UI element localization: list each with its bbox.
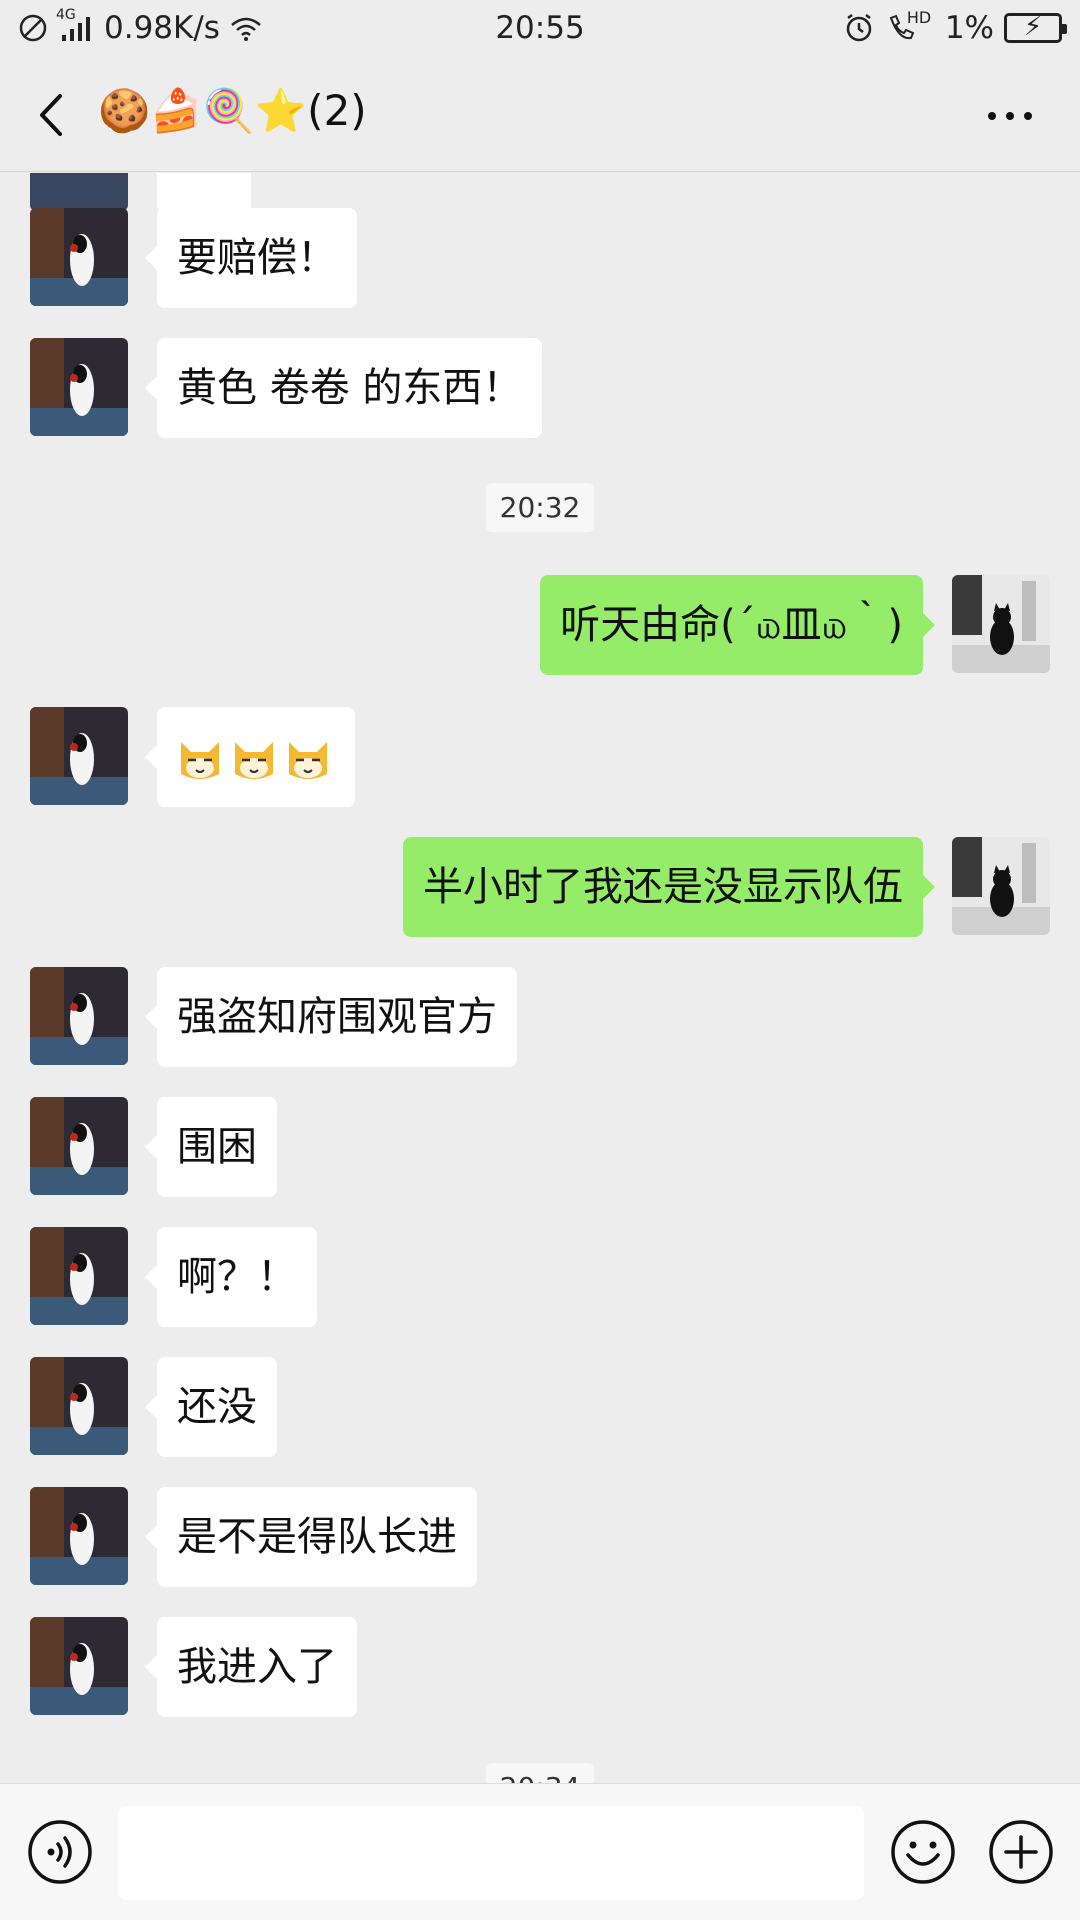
penguin-avatar-icon [30, 1487, 128, 1585]
chat-title: 🍪🍰🍭⭐(2) [98, 86, 367, 135]
penguin-avatar-icon [30, 208, 128, 306]
my-avatar[interactable] [952, 837, 1050, 935]
avatar[interactable] [30, 338, 128, 436]
chat-header: 🍪🍰🍭⭐(2) [0, 58, 1080, 172]
timestamp-label: 20:32 [485, 483, 595, 532]
status-bar: 4G 0.98K/s 20:55 HD 1% ⚡ [0, 0, 1080, 58]
timestamp: 20:32 [0, 483, 1080, 532]
penguin-avatar-icon [30, 707, 128, 805]
avatar[interactable] [30, 967, 128, 1065]
message-bubble[interactable]: 我进入了 [145, 1617, 357, 1717]
message-bubble[interactable]: 还没 [145, 1357, 277, 1457]
input-bar [0, 1783, 1080, 1920]
penguin-avatar-icon [30, 967, 128, 1065]
message-list[interactable]: 要赔偿！ 黄色 卷卷 的东西！ 20:32 听天由命(´௰皿௰｀) 半小时了我还… [0, 173, 1080, 1783]
timestamp-label: 20:34 [485, 1763, 595, 1783]
penguin-avatar-icon [30, 338, 128, 436]
avatar[interactable] [30, 1097, 128, 1195]
charging-bolt-icon: ⚡ [1023, 12, 1043, 42]
my-avatar[interactable] [952, 575, 1050, 673]
penguin-avatar-icon [30, 1227, 128, 1325]
cat-face-emoji-icon [235, 742, 273, 779]
penguin-avatar-icon [30, 1617, 128, 1715]
message-bubble[interactable]: 强盗知府围观官方 [145, 967, 517, 1067]
avatar[interactable] [30, 1487, 128, 1585]
battery-icon: ⚡ [1004, 12, 1067, 43]
avatar[interactable] [30, 208, 128, 306]
more-options-icon[interactable] [980, 94, 1040, 134]
message-bubble[interactable]: 啊？！ [145, 1227, 317, 1327]
avatar[interactable] [30, 173, 128, 211]
message-bubble[interactable]: 是不是得队长进 [145, 1487, 477, 1587]
message-bubble[interactable]: 围困 [145, 1097, 277, 1197]
hd-label: HD [906, 8, 932, 27]
plus-icon[interactable] [988, 1819, 1054, 1885]
status-right: HD 1% ⚡ [843, 8, 1067, 46]
avatar[interactable] [30, 1617, 128, 1715]
message-bubble-partial [145, 173, 251, 213]
battery-percent: 1% [944, 10, 994, 46]
alarm-icon [846, 14, 872, 42]
message-bubble[interactable] [145, 707, 355, 807]
emoji-icon[interactable] [890, 1819, 956, 1885]
avatar[interactable] [30, 707, 128, 805]
cat-face-emoji-icon [181, 742, 219, 779]
message-input[interactable] [118, 1806, 864, 1900]
penguin-avatar-icon [30, 1357, 128, 1455]
message-bubble[interactable]: 要赔偿！ [145, 208, 357, 308]
avatar[interactable] [30, 1357, 128, 1455]
hd-call-icon: HD [885, 8, 931, 44]
back-arrow-icon[interactable] [28, 88, 78, 142]
voice-input-icon[interactable] [27, 1819, 93, 1885]
message-bubble[interactable]: 听天由命(´௰皿௰｀) [540, 575, 935, 675]
cat-face-emoji-icon [289, 742, 327, 779]
cat-avatar-icon [952, 837, 1050, 935]
penguin-avatar-icon [30, 1097, 128, 1195]
message-bubble[interactable]: 半小时了我还是没显示队伍 [403, 837, 935, 937]
cat-avatar-icon [952, 575, 1050, 673]
avatar[interactable] [30, 1227, 128, 1325]
message-bubble[interactable]: 黄色 卷卷 的东西！ [144, 338, 543, 438]
timestamp: 20:34 [0, 1763, 1080, 1783]
